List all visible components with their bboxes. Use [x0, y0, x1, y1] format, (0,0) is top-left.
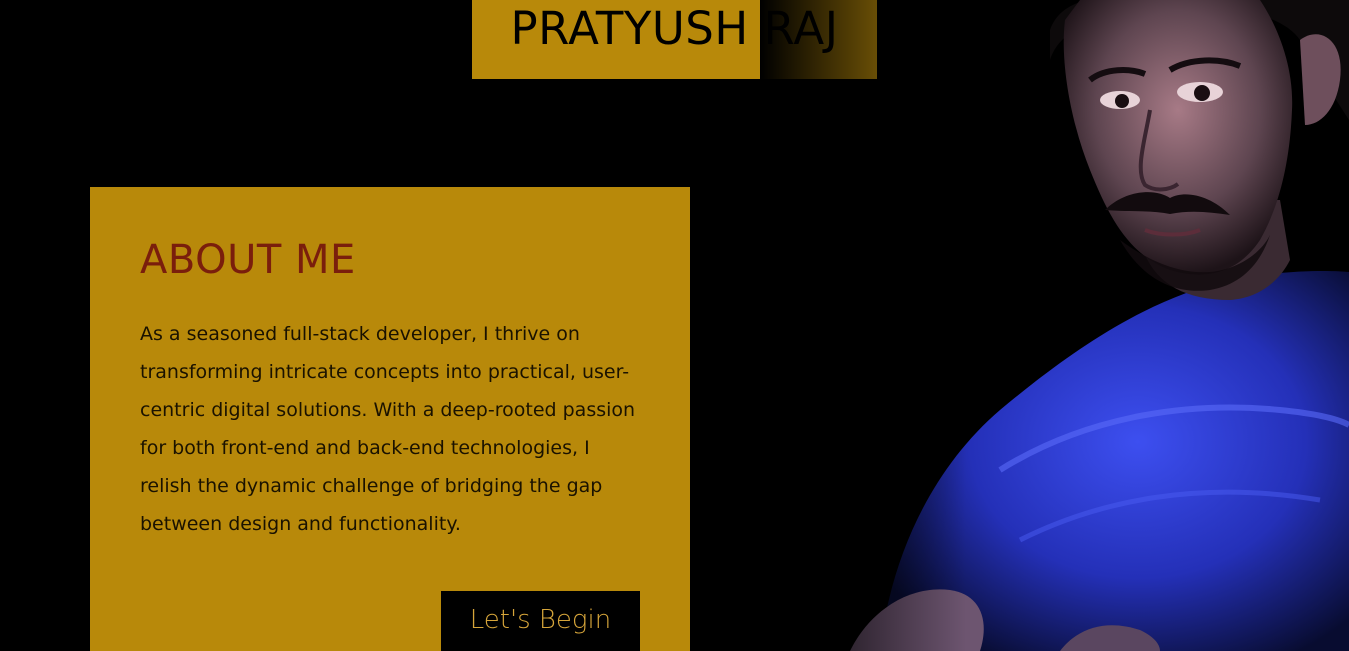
- about-description: As a seasoned full-stack developer, I th…: [140, 323, 636, 535]
- portrait-photo: [760, 0, 1349, 651]
- about-title: ABOUT ME: [140, 237, 356, 283]
- page: PRATYUSH RAJ ABOUT ME As a seasoned full…: [0, 0, 1349, 651]
- lets-begin-label: Let's Begin: [469, 605, 612, 635]
- about-card: ABOUT ME As a seasoned full-stack develo…: [90, 187, 690, 651]
- lets-begin-button[interactable]: Let's Begin: [441, 591, 640, 651]
